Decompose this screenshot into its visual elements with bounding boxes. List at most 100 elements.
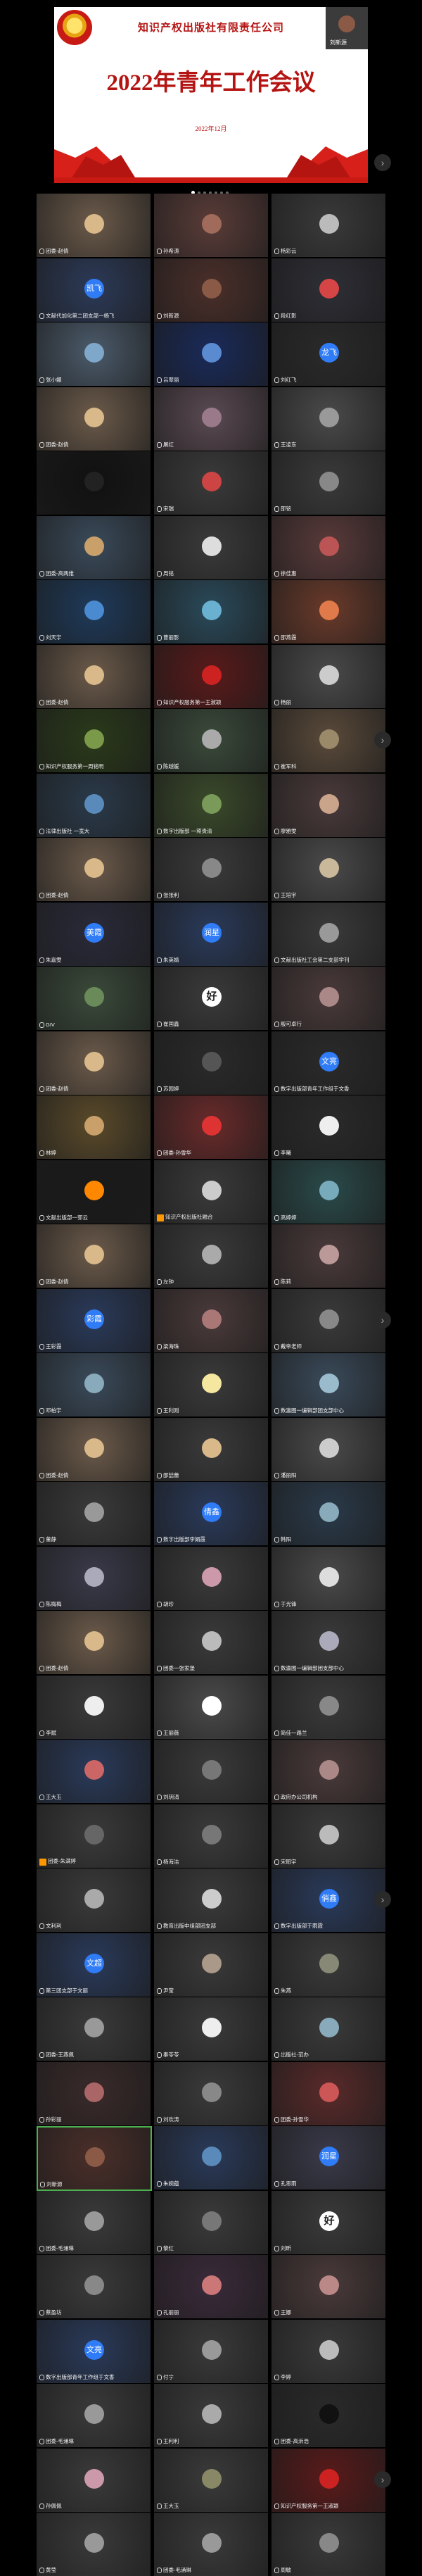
participant-tile[interactable]: 团委-赵倩 [37, 194, 151, 257]
participant-tile[interactable]: 秦苓苓 [154, 1997, 268, 2061]
next-page-arrow-icon[interactable]: › [374, 731, 391, 748]
participant-tile[interactable]: 团委-高两维 [37, 515, 151, 579]
participant-tile[interactable]: 杨丽 [271, 644, 385, 708]
participant-tile[interactable]: 曹丽影 [154, 580, 268, 643]
participant-tile[interactable]: 王娜 [271, 2255, 385, 2318]
participant-tile[interactable]: 知识产权服务第一周铭明 [37, 709, 151, 772]
participant-tile[interactable]: 廖雅雯 [271, 773, 385, 837]
participant-tile[interactable]: 教育出版中组部团支部 [154, 1868, 268, 1932]
participant-tile[interactable]: 胡珍 [154, 1546, 268, 1610]
participant-tile[interactable]: 黄莹 [37, 2513, 151, 2576]
participant-tile[interactable]: 黎红 [154, 2190, 268, 2254]
participant-tile[interactable]: 崔军科 [271, 709, 385, 772]
next-page-arrow-icon[interactable]: › [374, 154, 391, 171]
participant-tile[interactable]: 周铭 [154, 515, 268, 579]
participant-tile[interactable]: 邵燕霞 [271, 580, 385, 643]
participant-tile[interactable]: 邵铭 [271, 451, 385, 515]
next-page-arrow-icon[interactable]: › [374, 2470, 391, 2488]
participant-tile[interactable]: 知识产权服务第一王淑颖 [271, 2448, 385, 2512]
participant-tile[interactable]: 团委-赵倩 [37, 1417, 151, 1481]
participant-tile[interactable]: 团委-毛涌琳 [37, 2190, 151, 2254]
participant-tile[interactable]: 杨彩云 [271, 194, 385, 257]
participant-tile[interactable]: 数字出版部 一蒋贵清 [154, 773, 268, 837]
participant-tile[interactable]: 陈莉 [271, 1224, 385, 1288]
participant-tile[interactable]: 润星 朱英婧 [154, 902, 268, 966]
participant-tile[interactable]: 简佳一路兰 [271, 1675, 385, 1739]
participant-tile[interactable]: 周敏 [271, 2513, 385, 2576]
participant-tile[interactable]: 宋昭宇 [271, 1804, 385, 1868]
participant-tile[interactable]: 董静 [37, 1482, 151, 1545]
participant-tile[interactable]: 蔡盈坊 [37, 2255, 151, 2318]
participant-tile[interactable]: 凯飞 文献代加化第二团支部一杨飞 [37, 258, 151, 322]
participant-tile[interactable]: 孔丽丽 [154, 2255, 268, 2318]
participant-tile[interactable]: 刘玥涓 [154, 1740, 268, 1803]
participant-tile[interactable]: 杨海洁 [154, 1804, 268, 1868]
participant-tile[interactable]: 彩霞 王彩霞 [37, 1288, 151, 1352]
participant-tile[interactable]: 于光锋 [271, 1546, 385, 1610]
participant-tile[interactable]: 苏园婷 [154, 1031, 268, 1095]
participant-tile[interactable]: 团委-毛涌琳 [37, 2384, 151, 2447]
participant-tile[interactable]: 左钟 [154, 1224, 268, 1288]
participant-tile[interactable]: 知识产权出版社融合 [154, 1160, 268, 1224]
participant-tile[interactable]: 王大玉 [37, 1740, 151, 1803]
participant-tile[interactable]: 陈越媛 [154, 709, 268, 772]
participant-tile[interactable]: 团委-孙雪华 [154, 1095, 268, 1159]
participant-tile[interactable]: 吕翠丽 [154, 322, 268, 386]
participant-tile[interactable]: 团委-毛涌琳 [154, 2513, 268, 2576]
participant-tile[interactable]: 付宁 [154, 2319, 268, 2383]
participant-tile[interactable]: 潘丽阳 [271, 1417, 385, 1481]
participant-tile[interactable]: 李婷 [271, 2319, 385, 2383]
participant-tile[interactable]: 孙希涛 [154, 194, 268, 257]
participant-tile[interactable]: 好刘昕 [271, 2190, 385, 2254]
next-page-arrow-icon[interactable]: › [374, 1891, 391, 1908]
participant-tile[interactable]: 文献出版社工会第二支部学刊 [271, 902, 385, 966]
participant-tile[interactable]: 文亮 数字出版部青年工作组于文香 [271, 1031, 385, 1095]
participant-tile[interactable]: 数瀛图一编辑部团支部中心 [271, 1611, 385, 1674]
participant-tile[interactable]: 王凌东 [271, 387, 385, 451]
participant-tile[interactable]: 段红影 [271, 258, 385, 322]
participant-tile[interactable]: 邓柏宇 [37, 1353, 151, 1416]
participant-tile[interactable]: 政府办公司机构 [271, 1740, 385, 1803]
participant-tile[interactable] [37, 451, 151, 515]
participant-tile[interactable]: 朱燕 [271, 1933, 385, 1997]
participant-tile[interactable]: 王大玉 [154, 2448, 268, 2512]
participant-tile[interactable]: 龙飞 刘红飞 [271, 322, 385, 386]
participant-tile[interactable]: 团委-高浜浩 [271, 2384, 385, 2447]
participant-tile[interactable]: 张小娜 [37, 322, 151, 386]
participant-tile[interactable]: 知识产权服务第一王淑颖 [154, 644, 268, 708]
participant-tile[interactable]: 团委一张家堡 [154, 1611, 268, 1674]
participant-tile[interactable]: 邵喆蕾 [154, 1417, 268, 1481]
next-page-arrow-icon[interactable]: › [374, 1311, 391, 1328]
participant-tile[interactable]: 梁海珠 [154, 1288, 268, 1352]
participant-tile[interactable]: 刘天宇 [37, 580, 151, 643]
participant-tile[interactable]: 团委-赵倩 [37, 838, 151, 901]
participant-tile[interactable]: 王丽薇 [154, 1675, 268, 1739]
participant-tile[interactable]: 刘新源 [37, 2126, 152, 2191]
participant-tile[interactable]: 孙佩佩 [37, 2448, 151, 2512]
participant-tile[interactable]: GIV [37, 967, 151, 1030]
participant-tile[interactable]: 润星 孔思雨 [271, 2126, 385, 2189]
participant-tile[interactable]: 王利利 [154, 2384, 268, 2447]
participant-tile[interactable]: 文超 第三团支部于文丽 [37, 1933, 151, 1997]
participant-tile[interactable]: 团委-孙雪华 [271, 2061, 385, 2125]
self-video-pip[interactable]: 刘新源 [326, 7, 368, 49]
participant-tile[interactable]: 韩阳 [271, 1482, 385, 1545]
participant-tile[interactable]: 美霞 朱嘉雯 [37, 902, 151, 966]
participant-tile[interactable]: 徐佳惠 [271, 515, 385, 579]
participant-tile[interactable]: 团委-赵倩 [37, 1611, 151, 1674]
participant-tile[interactable]: 文献出版部一郭云 [37, 1160, 151, 1224]
participant-tile[interactable]: 张张利 [154, 838, 268, 901]
participant-tile[interactable]: 文利利 [37, 1868, 151, 1932]
participant-tile[interactable]: 团委-王燕佩 [37, 1997, 151, 2061]
participant-tile[interactable]: 孙彩丽 [37, 2061, 151, 2125]
participant-tile[interactable]: 俏鑫 数字出版部于雨霞 [271, 1868, 385, 1932]
participant-tile[interactable]: 李赋 [37, 1675, 151, 1739]
participant-tile[interactable]: 殷可卓行 [271, 967, 385, 1030]
participant-tile[interactable]: 团委-赵倩 [37, 387, 151, 451]
participant-tile[interactable]: 李曦 [271, 1095, 385, 1159]
participant-tile[interactable]: 刘新源 [154, 258, 268, 322]
participant-tile[interactable]: 王培宇 [271, 838, 385, 901]
participant-tile[interactable]: 屠红 [154, 387, 268, 451]
participant-tile[interactable]: 尹莹 [154, 1933, 268, 1997]
participant-tile[interactable]: 戴帝老师 [271, 1288, 385, 1352]
